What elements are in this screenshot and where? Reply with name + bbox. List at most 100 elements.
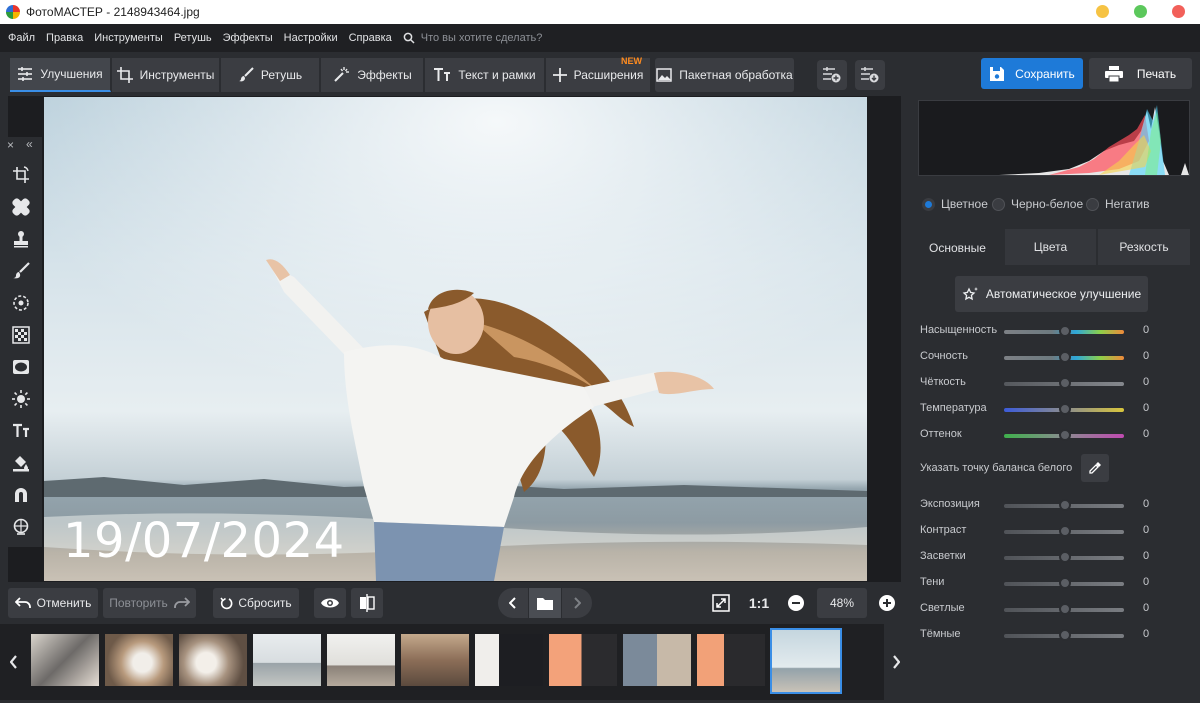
slider-knob[interactable]: [1059, 525, 1071, 537]
save-button[interactable]: Сохранить: [981, 58, 1083, 89]
close-panel-icon[interactable]: ×: [7, 138, 14, 152]
tab-text-frames[interactable]: Текст и рамки: [425, 58, 545, 92]
tab-sharpness[interactable]: Резкость: [1098, 229, 1190, 265]
color-mode-negative[interactable]: Негатив: [1086, 197, 1149, 211]
thumbnail[interactable]: [401, 634, 469, 686]
slider-shadows[interactable]: Тени 0: [920, 573, 1160, 593]
slider-temperature[interactable]: Температура 0: [920, 399, 1160, 419]
brush-icon[interactable]: [10, 260, 32, 282]
fit-screen-button[interactable]: [706, 588, 736, 618]
target-icon[interactable]: [10, 292, 32, 314]
slider-knob[interactable]: [1059, 377, 1071, 389]
prev-image-button[interactable]: [498, 588, 528, 618]
slider-highlights[interactable]: Засветки 0: [920, 547, 1160, 567]
zoom-level-field[interactable]: 48%: [817, 588, 867, 618]
slider-knob[interactable]: [1059, 403, 1071, 415]
slider-saturation[interactable]: Насыщенность 0: [920, 321, 1160, 341]
vignette-icon[interactable]: [10, 356, 32, 378]
stamp-icon[interactable]: [10, 228, 32, 250]
slider-blacks[interactable]: Тёмные 0: [920, 625, 1160, 645]
folder-icon: [537, 597, 553, 610]
magnet-icon[interactable]: [10, 484, 32, 506]
filmstrip-next-button[interactable]: [884, 624, 908, 700]
thumbnail[interactable]: [549, 634, 617, 686]
preview-toggle-button[interactable]: [314, 588, 346, 618]
compare-button[interactable]: [351, 588, 383, 618]
globe-icon[interactable]: [10, 516, 32, 538]
tab-retouch[interactable]: Ретушь: [221, 58, 320, 92]
photo-canvas[interactable]: [44, 97, 867, 581]
zoom-out-button[interactable]: [785, 588, 807, 618]
slider-knob[interactable]: [1059, 577, 1071, 589]
menu-retouch[interactable]: Ретушь: [174, 32, 212, 44]
collapse-panel-icon[interactable]: «: [26, 137, 33, 151]
menu-settings[interactable]: Настройки: [284, 32, 338, 44]
slider-knob[interactable]: [1059, 499, 1071, 511]
tab-tools[interactable]: Инструменты: [112, 58, 220, 92]
thumbnail[interactable]: [31, 634, 99, 686]
slider-exposure[interactable]: Экспозиция 0: [920, 495, 1160, 515]
tab-extensions[interactable]: Расширения NEW: [546, 56, 651, 92]
menu-tools[interactable]: Инструменты: [94, 32, 163, 44]
batch-processing-button[interactable]: Пакетная обработка: [655, 58, 795, 92]
slider-whites[interactable]: Светлые 0: [920, 599, 1160, 619]
open-folder-button[interactable]: [529, 588, 561, 618]
fill-icon[interactable]: [10, 452, 32, 474]
menu-file[interactable]: Файл: [8, 32, 35, 44]
redo-button[interactable]: Повторить: [103, 588, 196, 618]
color-mode-color[interactable]: Цветное: [922, 197, 988, 211]
thumbnail[interactable]: [623, 634, 691, 686]
close-button[interactable]: [1172, 5, 1185, 18]
reset-button[interactable]: Сбросить: [213, 588, 299, 618]
slider-knob[interactable]: [1059, 325, 1071, 337]
tab-colors[interactable]: Цвета: [1005, 229, 1096, 265]
menu-effects[interactable]: Эффекты: [223, 32, 273, 44]
slider-value: 0: [1143, 498, 1150, 510]
actual-size-button[interactable]: 1:1: [743, 588, 775, 618]
color-mode-bw[interactable]: Черно-белое: [992, 197, 1083, 211]
presets-download-button[interactable]: [855, 60, 885, 90]
slider-knob[interactable]: [1059, 429, 1071, 441]
tab-basic[interactable]: Основные: [912, 229, 1003, 265]
menu-edit[interactable]: Правка: [46, 32, 83, 44]
maximize-button[interactable]: [1134, 5, 1147, 18]
auto-enhance-button[interactable]: Автоматическое улучшение: [955, 276, 1148, 312]
menu-search[interactable]: Что вы хотите сделать?: [403, 32, 542, 44]
slider-tint[interactable]: Оттенок 0: [920, 425, 1160, 445]
tab-effects[interactable]: Эффекты: [321, 58, 424, 92]
thumbnail[interactable]: [179, 634, 247, 686]
menu-help[interactable]: Справка: [349, 32, 392, 44]
thumbnail[interactable]: [253, 634, 321, 686]
slider-contrast[interactable]: Контраст 0: [920, 521, 1160, 541]
filmstrip-prev-button[interactable]: [0, 624, 28, 700]
rotate-icon[interactable]: [10, 164, 32, 186]
zoom-in-button[interactable]: [876, 588, 898, 618]
next-image-button[interactable]: [562, 588, 592, 618]
thumbnail[interactable]: [697, 634, 765, 686]
tab-enhancements[interactable]: Улучшения: [10, 58, 111, 92]
bandage-icon[interactable]: [10, 196, 32, 218]
undo-button[interactable]: Отменить: [8, 588, 98, 618]
floppy-icon: [990, 66, 1005, 81]
grid-icon[interactable]: [10, 324, 32, 346]
white-balance-picker-button[interactable]: [1081, 454, 1109, 482]
text-icon[interactable]: [10, 420, 32, 442]
print-button[interactable]: Печать: [1089, 58, 1192, 89]
thumbnail-selected[interactable]: [770, 628, 842, 694]
slider-knob[interactable]: [1059, 351, 1071, 363]
minimize-button[interactable]: [1096, 5, 1109, 18]
sun-icon[interactable]: [10, 388, 32, 410]
chevron-right-icon: [574, 597, 581, 609]
thumbnail[interactable]: [475, 634, 543, 686]
radio-icon: [1086, 197, 1099, 211]
thumbnail[interactable]: [105, 634, 173, 686]
tab-label: Улучшения: [40, 67, 103, 81]
presets-add-button[interactable]: [817, 60, 847, 90]
slider-clarity[interactable]: Чёткость 0: [920, 373, 1160, 393]
undo-icon: [14, 597, 31, 608]
thumbnail[interactable]: [327, 634, 395, 686]
slider-knob[interactable]: [1059, 551, 1071, 563]
slider-knob[interactable]: [1059, 603, 1071, 615]
slider-vibrance[interactable]: Сочность 0: [920, 347, 1160, 367]
slider-knob[interactable]: [1059, 629, 1071, 641]
